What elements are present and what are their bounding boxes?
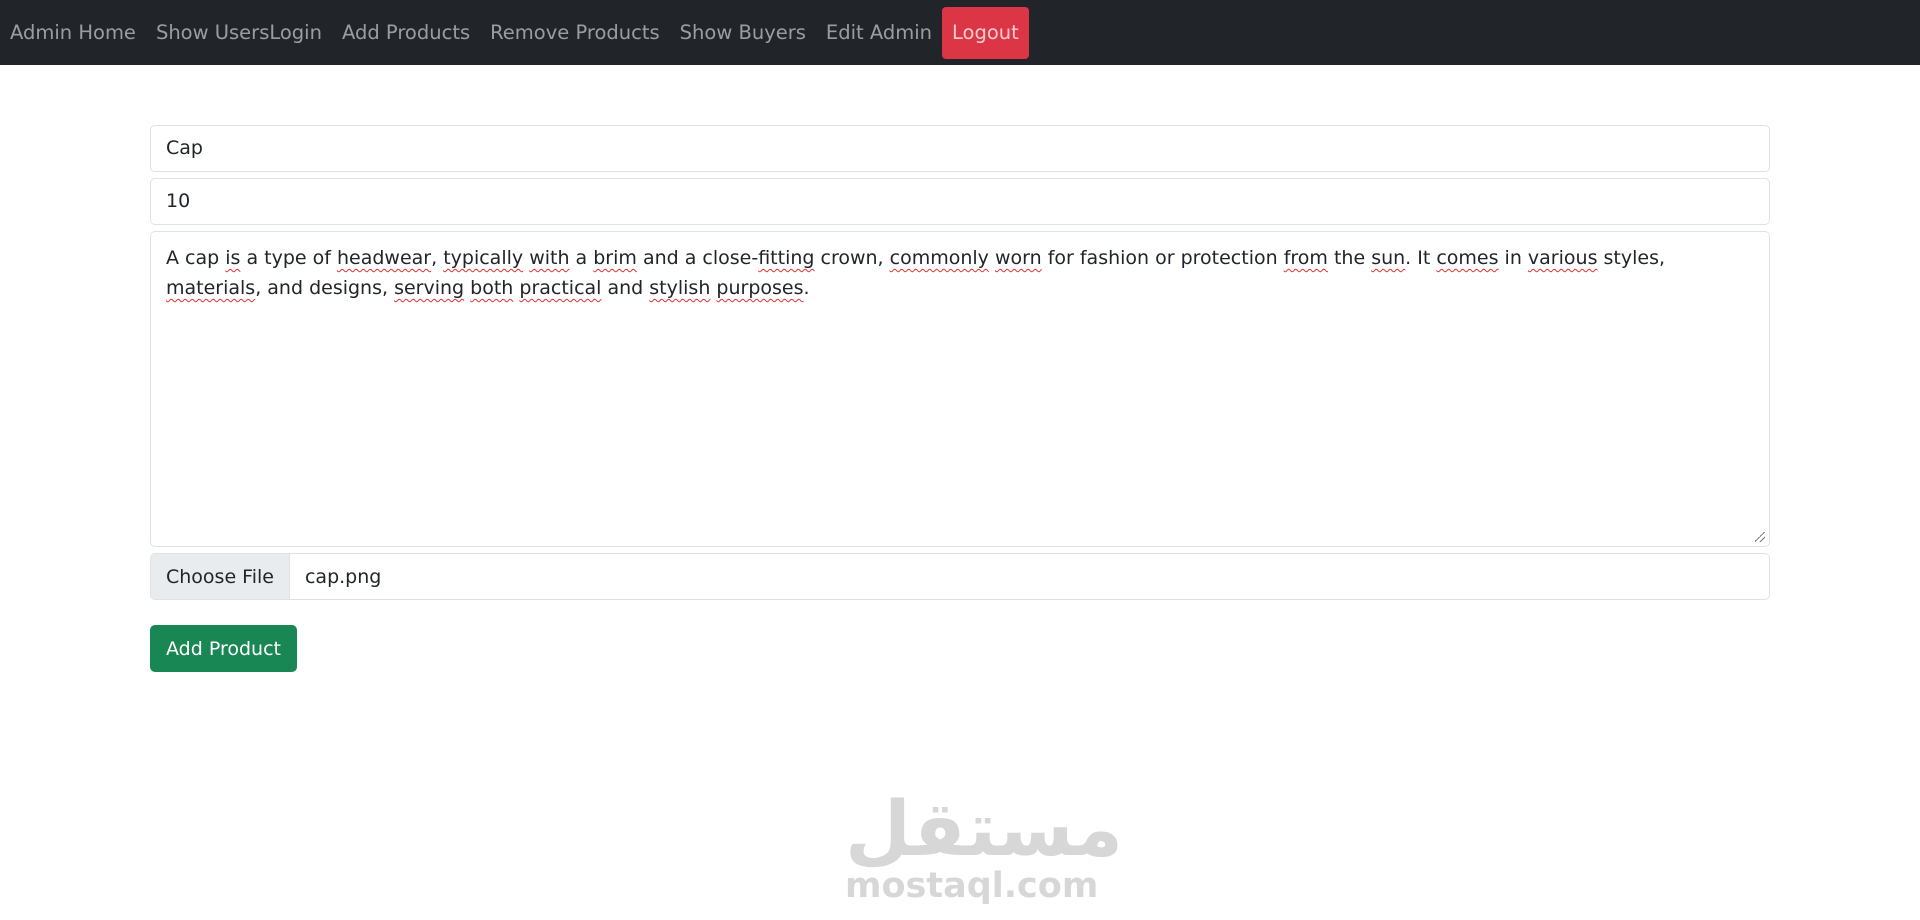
logout-button[interactable]: Logout [942, 6, 1029, 59]
mostaql-watermark: مستقل mostaql.com [845, 784, 1123, 906]
selected-file-name: cap.png [304, 565, 382, 588]
nav-show-users-login[interactable]: Show UsersLogin [156, 23, 322, 43]
nav-admin-home[interactable]: Admin Home [10, 23, 136, 43]
navbar: Admin Home Show UsersLogin Add Products … [0, 0, 1920, 65]
product-name-input[interactable]: Cap [150, 125, 1770, 172]
add-product-form: Cap 10 A cap is a type of headwear, typi… [150, 125, 1770, 672]
add-product-button[interactable]: Add Product [150, 625, 297, 672]
nav-remove-products[interactable]: Remove Products [490, 23, 660, 43]
choose-file-button[interactable]: Choose File [151, 554, 290, 599]
nav-show-buyers[interactable]: Show Buyers [680, 23, 806, 43]
watermark-latin: mostaql.com [845, 866, 1099, 906]
product-price-input[interactable]: 10 [150, 178, 1770, 225]
nav-add-products[interactable]: Add Products [342, 23, 470, 43]
watermark-arabic: مستقل [845, 784, 1123, 873]
product-description-textarea[interactable]: A cap is a type of headwear, typically w… [150, 231, 1770, 547]
description-text: A cap is a type of headwear, typically w… [166, 247, 1666, 299]
nav-edit-admin[interactable]: Edit Admin [826, 23, 932, 43]
resize-handle-icon[interactable] [1755, 532, 1765, 542]
product-image-file-input[interactable]: Choose File cap.png [150, 553, 1770, 600]
